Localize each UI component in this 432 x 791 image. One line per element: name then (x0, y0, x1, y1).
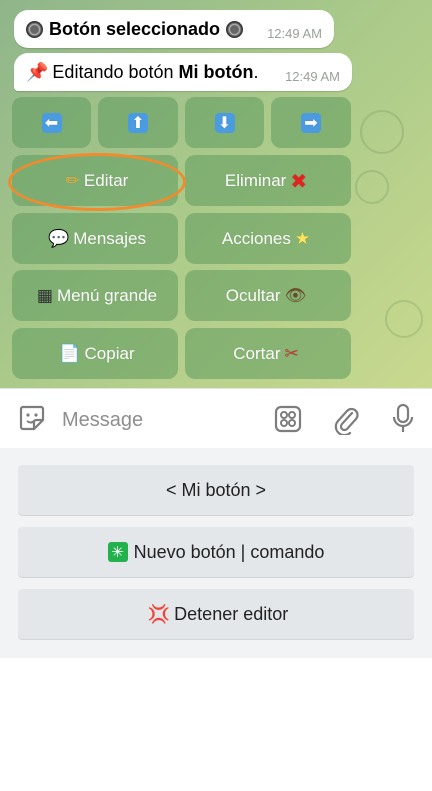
delete-button-label: Eliminar (224, 170, 287, 190)
mi-boton-button[interactable]: < Mi botón > (18, 465, 414, 515)
big-menu-button[interactable]: ▦ Menú grande (12, 270, 178, 321)
left-arrow-icon: ⬅ (41, 112, 62, 133)
messages-button[interactable]: 💬 Mensajes (12, 213, 178, 264)
up-arrow-button[interactable]: ⬆ (98, 97, 178, 148)
background-doodle (360, 110, 404, 154)
actions-button[interactable]: Acciones ★ (185, 213, 351, 264)
star-icon: ★ (294, 228, 311, 249)
mi-boton-label: < Mi botón > (165, 479, 267, 500)
message-bold-text: Mi botón (178, 61, 254, 82)
message-text: Botón seleccionado (49, 18, 221, 39)
cut-button[interactable]: Cortar ✂ (185, 328, 351, 379)
bot-keyboard-icon[interactable] (274, 405, 302, 433)
right-arrow-icon: ➡ (301, 112, 321, 133)
sparkle-icon: ✳ (107, 542, 128, 562)
actions-button-label: Acciones (221, 228, 291, 248)
radio-button-icon (26, 20, 43, 38)
big-menu-button-label: Menú grande (56, 285, 158, 305)
message-bubble: 📌 Editando botón Mi botón. 12:49 AM (14, 53, 352, 91)
sticker-icon[interactable] (17, 403, 47, 433)
radio-button-icon (226, 20, 244, 38)
message-text-end: . (253, 61, 259, 82)
stop-editor-label: Detener editor (174, 603, 289, 624)
edit-button[interactable]: ✏ Editar (12, 155, 178, 206)
background-doodle (355, 170, 389, 204)
message-input-bar (0, 388, 432, 449)
pushpin-icon: 📌 (26, 61, 49, 83)
delete-button[interactable]: Eliminar ✖ (185, 155, 351, 206)
edit-button-label: Editar (83, 170, 129, 190)
hide-button[interactable]: Ocultar 👁 (185, 270, 351, 321)
message-bubble: Botón seleccionado 12:49 AM (14, 10, 334, 48)
messages-button-label: Mensajes (73, 228, 146, 248)
message-input[interactable] (60, 404, 264, 436)
background-doodle (385, 300, 423, 338)
copy-button-label: Copiar (84, 343, 135, 363)
left-arrow-button[interactable]: ⬅ (12, 97, 91, 148)
cross-icon: ✖ (290, 168, 308, 193)
new-button-label: Nuevo botón | comando (133, 541, 325, 562)
stop-editor-button[interactable]: 💢 Detener editor (18, 589, 414, 639)
cut-button-label: Cortar (233, 343, 281, 363)
right-arrow-button[interactable]: ➡ (271, 97, 351, 148)
pencil-icon: ✏ (65, 170, 80, 191)
eye-icon: 👁 (284, 285, 307, 306)
copy-button[interactable]: 📄 Copiar (12, 328, 178, 379)
speech-bubble-icon: 💬 (48, 228, 70, 249)
message-time: 12:49 AM (267, 26, 322, 41)
attach-icon[interactable] (332, 403, 360, 435)
microphone-icon[interactable] (391, 403, 415, 435)
up-arrow-icon: ⬆ (128, 112, 148, 133)
message-time: 12:49 AM (285, 69, 340, 84)
anger-icon: 💢 (147, 603, 171, 625)
message-text: Editando botón (52, 61, 179, 82)
new-button-button[interactable]: ✳ Nuevo botón | comando (18, 527, 414, 577)
document-icon: 📄 (59, 343, 81, 364)
hide-button-label: Ocultar (225, 285, 281, 305)
chat-area: Botón seleccionado 12:49 AM 📌 Editando b… (0, 0, 432, 388)
down-arrow-icon: ⬇ (214, 112, 235, 133)
down-arrow-button[interactable]: ⬇ (185, 97, 264, 148)
grid-icon: ▦ (36, 285, 53, 306)
reply-keyboard: < Mi botón > ✳ Nuevo botón | comando 💢 D… (0, 448, 432, 658)
scissors-icon: ✂ (284, 343, 299, 364)
